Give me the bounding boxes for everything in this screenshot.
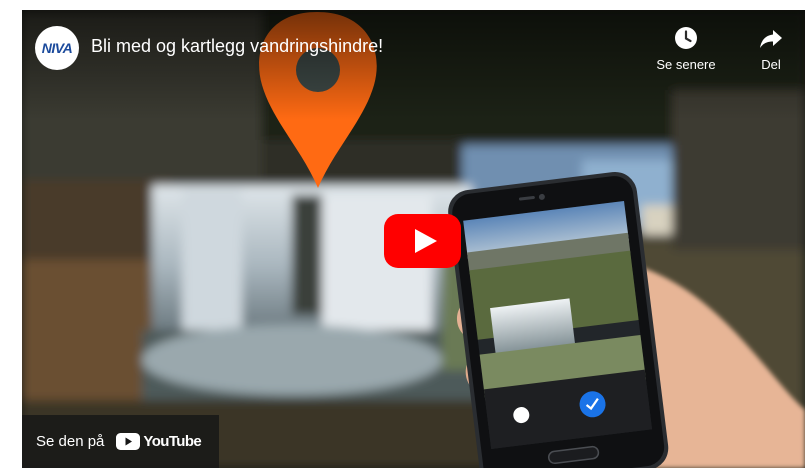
youtube-logo-icon	[116, 433, 141, 450]
play-button[interactable]	[384, 214, 461, 268]
play-icon	[384, 214, 461, 268]
watch-on-label: Se den på	[36, 433, 105, 450]
youtube-logo: YouTube	[116, 433, 202, 450]
clock-icon	[675, 27, 697, 49]
share-arrow-icon	[760, 30, 782, 48]
youtube-wordmark: YouTube	[143, 433, 202, 450]
watch-later-label: Se senere	[656, 57, 716, 72]
channel-logo-text: NIVA	[41, 40, 73, 56]
watch-later-button[interactable]: Se senere	[646, 26, 726, 74]
video-player[interactable]: NIVA Bli med og kartlegg vandringshindre…	[22, 10, 805, 468]
channel-avatar[interactable]: NIVA	[35, 26, 79, 70]
video-title[interactable]: Bli med og kartlegg vandringshindre!	[91, 36, 383, 57]
share-button[interactable]: Del	[731, 26, 805, 74]
watch-on-youtube-button[interactable]: Se den på YouTube	[22, 415, 219, 468]
share-label: Del	[761, 57, 781, 72]
